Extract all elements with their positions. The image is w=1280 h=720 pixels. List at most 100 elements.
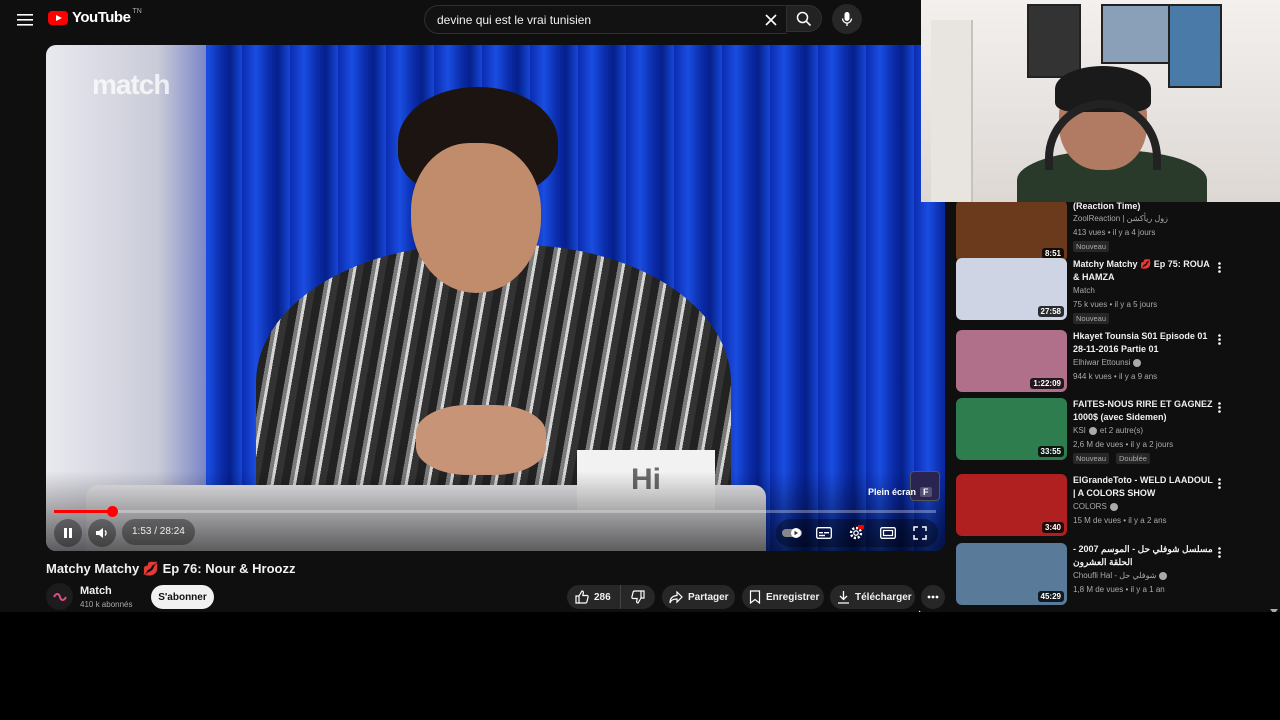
video-frame-hands <box>416 405 546 475</box>
recommendation-channel[interactable]: ZoolReaction | زول ريأكشن <box>1073 214 1168 223</box>
like-button[interactable]: 286 <box>567 585 621 609</box>
download-icon <box>838 591 849 604</box>
recommendation-thumbnail[interactable]: 8:51 <box>956 200 1067 262</box>
recommendation-title[interactable]: Hkayet Tounsia S01 Episode 01 28-11-2016… <box>1073 330 1213 356</box>
clear-search-icon[interactable] <box>761 10 781 30</box>
volume-button[interactable] <box>88 519 116 547</box>
pause-button[interactable] <box>54 519 82 547</box>
save-button[interactable]: Enregistrer <box>742 585 824 609</box>
recommendation-channel[interactable]: Elhiwar Ettounsi <box>1073 358 1142 367</box>
autoplay-toggle[interactable] <box>782 523 802 543</box>
search-button[interactable] <box>786 5 822 32</box>
recommendation-menu-button[interactable] <box>1214 332 1224 346</box>
save-label: Enregistrer <box>766 591 820 603</box>
recommendation-channel[interactable]: COLORS <box>1073 502 1118 511</box>
recommendation-item[interactable]: 8:51 (Reaction Time) ZoolReaction | زول ري… <box>956 200 1266 266</box>
recommendation-channel[interactable]: KSI et 2 autre(s) <box>1073 426 1143 435</box>
share-button[interactable]: Partager <box>662 585 735 609</box>
fullscreen-button[interactable] <box>910 523 930 543</box>
settings-button[interactable] <box>846 523 866 543</box>
video-player[interactable]: match Hi Plein écran F 1:53 / 28:24 <box>46 45 945 551</box>
recommendation-title[interactable]: مسلسل شوفلي حل - الموسم 2007 - الحلقة ال… <box>1073 543 1213 569</box>
recommendation-channel-name: COLORS <box>1073 502 1107 511</box>
subscribe-button[interactable]: S'abonner <box>151 585 214 609</box>
scroll-down-arrow[interactable] <box>1270 602 1278 612</box>
recommendation-item[interactable]: 3:40 ElGrandeToto - WELD LAADOUL | A COLO… <box>956 474 1266 540</box>
recommendation-title[interactable]: Matchy Matchy 💋 Ep 75: ROUA & HAMZA <box>1073 258 1213 284</box>
webcam-poster <box>1027 4 1081 78</box>
recommendation-meta: 1,8 M de vues • il y a 1 an <box>1073 585 1165 594</box>
fullscreen-tooltip: Plein écran F <box>868 487 932 497</box>
voice-search-button[interactable] <box>832 4 862 34</box>
recommendation-thumbnail[interactable]: 1:22:09 <box>956 330 1067 392</box>
progress-bar[interactable] <box>54 506 936 517</box>
recommendation-menu-button[interactable] <box>1214 260 1224 274</box>
recommendation-menu-button[interactable] <box>1214 476 1224 490</box>
recommendation-channel[interactable]: Match <box>1073 286 1095 295</box>
recommendation-channel-name: ZoolReaction | زول ريأكشن <box>1073 214 1168 223</box>
recommendation-item[interactable]: 27:58 Matchy Matchy 💋 Ep 75: ROUA & HAMZA… <box>956 258 1266 324</box>
recommendation-item[interactable]: 33:55 FAITES-NOUS RIRE ET GAGNEZ 1000$ (a… <box>956 398 1266 464</box>
recommendation-channel-name: Choufli Hal - شوفلي حل <box>1073 571 1157 580</box>
recommendation-thumbnail[interactable]: 45:29 <box>956 543 1067 605</box>
recommendation-item[interactable]: 45:29 مسلسل شوفلي حل - الموسم 2007 - الحل… <box>956 543 1266 609</box>
new-badge: Nouveau <box>1073 313 1110 324</box>
fullscreen-tooltip-label: Plein écran <box>868 487 917 497</box>
recommendation-menu-button[interactable] <box>1214 545 1224 559</box>
search-icon <box>796 11 812 26</box>
channel-avatar[interactable] <box>46 583 73 610</box>
more-vertical-icon <box>1217 261 1221 273</box>
new-badge: Nouveau <box>1073 241 1110 252</box>
video-duration: 33:55 <box>1037 446 1064 457</box>
recommendation-channel[interactable]: Choufli Hal - شوفلي حل <box>1073 571 1168 580</box>
webcam-poster <box>1101 4 1175 64</box>
logo-text: YouTube <box>72 9 131 26</box>
recommendation-meta: 413 vues • il y a 4 jours <box>1073 228 1156 237</box>
download-button[interactable]: Télécharger <box>830 585 915 609</box>
channel-name[interactable]: Match <box>80 585 112 597</box>
recommendation-channel-extra: et 2 autre(s) <box>1099 426 1144 435</box>
player-right-controls <box>776 519 938 547</box>
bookmark-icon <box>749 590 761 604</box>
video-title: Matchy Matchy 💋 Ep 76: Nour & Hroozz <box>46 561 296 576</box>
like-count: 286 <box>594 591 611 603</box>
autoplay-toggle-icon <box>782 528 802 538</box>
video-duration: 45:29 <box>1037 591 1064 602</box>
verified-badge-icon <box>1159 571 1168 580</box>
youtube-watch-page: YouTube TN match Hi Plein écran F <box>0 0 1280 612</box>
recommendation-meta: 944 k vues • il y a 9 ans <box>1073 372 1158 381</box>
verified-badge-icon <box>1133 358 1142 367</box>
recommendation-meta: 2,6 M de vues • il y a 2 jours <box>1073 440 1174 449</box>
search-input[interactable] <box>435 6 759 35</box>
recommendation-thumbnail[interactable]: 27:58 <box>956 258 1067 320</box>
recommendation-channel-name: KSI <box>1073 426 1086 435</box>
progress-played <box>54 510 113 513</box>
youtube-logo[interactable]: YouTube TN <box>48 8 144 26</box>
more-vertical-icon <box>1217 546 1221 558</box>
recommendation-title[interactable]: FAITES-NOUS RIRE ET GAGNEZ 1000$ (avec S… <box>1073 398 1213 424</box>
recommendation-meta: 75 k vues • il y a 5 jours <box>1073 300 1158 309</box>
recommendation-item[interactable]: 1:22:09 Hkayet Tounsia S01 Episode 01 28-… <box>956 330 1266 396</box>
subtitles-button[interactable] <box>814 523 834 543</box>
webcam-background-door <box>931 20 973 202</box>
new-badge: Nouveau <box>1073 453 1110 464</box>
verified-badge-icon <box>1109 502 1118 511</box>
verified-badge-icon <box>1088 426 1097 435</box>
download-label: Télécharger <box>855 591 912 603</box>
recommendation-menu-button[interactable] <box>1214 400 1224 414</box>
dislike-button[interactable] <box>621 585 655 609</box>
thumbs-up-icon <box>575 590 589 604</box>
recommendation-thumbnail[interactable]: 3:40 <box>956 474 1067 536</box>
recommendation-title[interactable]: ElGrandeToto - WELD LAADOUL | A COLORS S… <box>1073 474 1213 500</box>
recommendation-thumbnail[interactable]: 33:55 <box>956 398 1067 460</box>
more-vertical-icon <box>1217 477 1221 489</box>
more-actions-button[interactable] <box>921 585 945 609</box>
channel-watermark: match <box>92 69 170 100</box>
logo-country-code: TN <box>132 8 142 15</box>
menu-icon[interactable] <box>14 9 36 31</box>
share-icon <box>669 590 683 603</box>
webcam-overlay <box>921 0 1280 202</box>
time-display: 1:53 / 28:24 <box>122 519 195 545</box>
subscriber-count: 410 k abonnés <box>80 600 133 609</box>
theater-mode-button[interactable] <box>878 523 898 543</box>
